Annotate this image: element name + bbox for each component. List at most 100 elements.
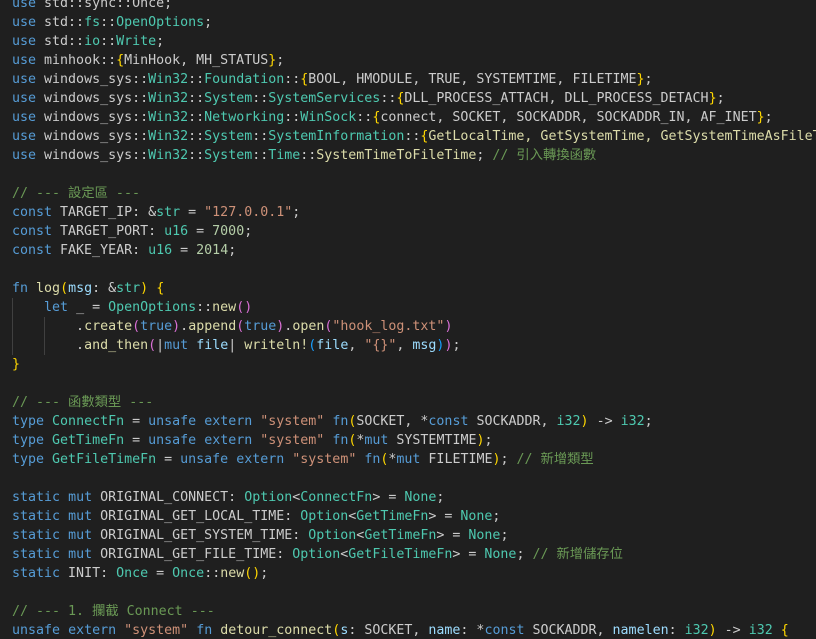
code-line[interactable]: type ConnectFn = unsafe extern "system" … [12,412,653,431]
code-token-bracket_gold: ) [580,414,589,429]
code-line[interactable]: use minhook::{MinHook, MH_STATUS}; [12,51,284,70]
code-line[interactable]: static INIT: Once = Once::new(); [12,564,268,583]
code-token-bracket_gold: { [116,53,125,68]
code-line[interactable]: const FAKE_YEAR: u16 = 2014; [12,241,236,260]
code-line[interactable]: type GetTimeFn = unsafe extern "system" … [12,431,493,450]
code-token-text: ; [260,566,269,581]
code-token-type: fs [84,15,101,30]
code-token-text: TARGET_IP: & [52,205,157,220]
code-token-text: BOOL, HMODULE, TRUE, SYSTEMTIME, FILETIM… [308,72,637,87]
code-line[interactable]: const TARGET_PORT: u16 = 7000; [12,222,252,241]
code-line[interactable]: let _ = OpenOptions::new() [12,298,252,317]
code-line[interactable]: } [12,355,20,374]
code-token-type: SystemInformation [268,129,405,144]
code-token-keyword: use [12,110,37,125]
code-line[interactable]: .create(true).append(true).open("hook_lo… [12,317,452,336]
code-line[interactable]: unsafe extern "system" fn detour_connect… [12,621,789,639]
code-line[interactable]: // --- 設定區 --- [12,184,140,203]
code-token-text: :: [196,300,213,315]
code-line[interactable]: use windows_sys::Win32::System::Time::Sy… [12,146,596,165]
code-token-keyword: mut [68,490,93,505]
code-token-text: windows_sys [36,129,133,144]
code-line[interactable]: // --- 1. 攔截 Connect --- [12,602,215,621]
code-line[interactable]: use std::io::Write; [12,32,164,51]
code-token-keyword: static [12,509,61,524]
code-line[interactable]: use windows_sys::Win32::Networking::WinS… [12,108,773,127]
code-token-text: ; [452,338,461,353]
code-token-text: ; [276,53,285,68]
code-line[interactable]: fn log(msg: &str) { [12,279,164,298]
code-token-text: :: [252,91,269,106]
code-token-bracket_gold: ) [492,452,501,467]
code-token-keyword: mut [68,509,93,524]
code-token-keyword: use [12,129,37,144]
code-token-text: ; [764,110,773,125]
code-line[interactable]: static mut ORIGINAL_GET_LOCAL_TIME: Opti… [12,507,500,526]
code-token-keyword: extern [236,452,285,467]
code-token-type: GetFileTimeFn [52,452,157,467]
code-token-text: :: [356,110,373,125]
code-token-keyword: static [12,528,61,543]
code-token-bracket_purple: ) [444,319,453,334]
code-token-text: :: [284,110,301,125]
code-token-function: GetLocalTime, GetSystemTime, GetSystemTi… [428,129,816,144]
code-token-keyword: use [12,91,37,106]
code-token-text: . [12,319,85,334]
code-token-text: > = [436,528,469,543]
code-token-text: = [188,224,213,239]
code-token-bracket_gold: } [756,110,765,125]
code-line[interactable]: static mut ORIGINAL_GET_SYSTEM_TIME: Opt… [12,526,508,545]
code-token-variable: file [196,338,229,353]
code-token-text: -> [716,623,749,638]
code-line[interactable]: static mut ORIGINAL_GET_FILE_TIME: Optio… [12,545,623,564]
code-token-text: std::sync::Once; [36,0,173,11]
code-token-keyword: type [12,414,45,429]
code-token-type: Networking [204,110,285,125]
code-line[interactable]: const TARGET_IP: &str = "127.0.0.1"; [12,203,300,222]
code-line[interactable]: use windows_sys::Win32::Foundation::{BOO… [12,70,653,89]
code-token-keyword: fn [332,433,349,448]
code-token-function: SystemTimeToFileTime [316,148,477,163]
code-token-type: Win32 [148,129,189,144]
code-line[interactable]: .and_then(|mut file| writeln!(file, "{}"… [12,336,460,355]
code-line[interactable]: use std::fs::OpenOptions; [12,13,212,32]
code-token-keyword: unsafe [180,452,229,467]
code-token-variable: msg [412,338,437,353]
code-token-keyword: const [12,224,53,239]
code-token-text: : [668,623,685,638]
code-token-text: ; [436,490,445,505]
code-token-type: System [204,148,253,163]
code-line[interactable]: type GetFileTimeFn = unsafe extern "syst… [12,450,594,469]
code-token-type: Once [172,566,205,581]
code-token-type: GetTimeFn [364,528,437,543]
code-token-string: "system" [292,452,357,467]
code-token-keyword: extern [68,623,117,638]
code-token-keyword: true [244,319,277,334]
code-token-keyword: static [12,547,61,562]
code-token-type: i32 [556,414,581,429]
code-line[interactable]: use windows_sys::Win32::System::SystemIn… [12,127,816,146]
code-token-bracket_gold: } [636,72,645,87]
code-token-keyword: use [12,72,37,87]
code-token-text: > = [452,547,485,562]
code-token-text: :: [132,129,149,144]
code-token-type: str [116,281,141,296]
code-line[interactable]: use windows_sys::Win32::System::SystemSe… [12,89,725,108]
code-token-type: Option [244,490,293,505]
code-line[interactable]: static mut ORIGINAL_CONNECT: Option<Conn… [12,488,444,507]
code-token-text: :: [132,110,149,125]
code-editor[interactable]: use std::sync::Once; use std::fs::OpenOpt… [0,0,816,639]
code-token-text: ; [244,224,253,239]
code-token-text: ; [716,91,725,106]
code-line[interactable]: use std::sync::Once; [12,0,172,13]
code-token-keyword: mut [68,547,93,562]
code-line[interactable]: // --- 函數類型 --- [12,393,153,412]
code-token-text: connect, SOCKET, SOCKADDR, SOCKADDR_IN, … [380,110,757,125]
code-token-type: WinSock [300,110,357,125]
